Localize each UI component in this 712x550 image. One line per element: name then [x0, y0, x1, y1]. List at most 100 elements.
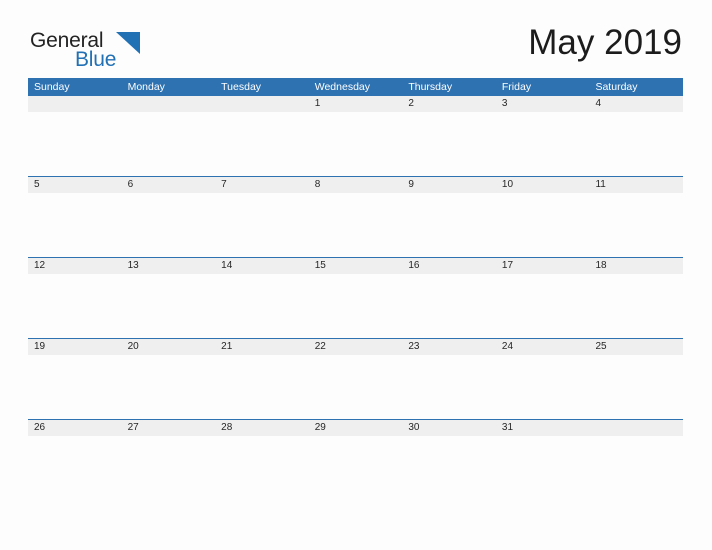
day-note-area[interactable] [309, 355, 403, 419]
week-date-band: 1 2 3 4 [28, 96, 683, 112]
day-note-area[interactable] [496, 193, 590, 257]
date-cell[interactable]: 3 [496, 96, 590, 112]
weekday-monday: Monday [127, 81, 165, 93]
weekday-sunday: Sunday [34, 81, 70, 93]
day-note-area[interactable] [309, 112, 403, 176]
date-cell[interactable] [215, 96, 309, 112]
page-header: General Blue May 2019 [0, 0, 712, 78]
week-body [28, 112, 683, 176]
week-date-band: 12 13 14 15 16 17 18 [28, 258, 683, 274]
date-cell[interactable]: 26 [28, 420, 122, 436]
week-row: 5 6 7 8 9 10 11 [28, 176, 683, 257]
day-note-area[interactable] [215, 112, 309, 176]
day-note-area[interactable] [402, 436, 496, 500]
day-note-area[interactable] [496, 112, 590, 176]
week-date-band: 26 27 28 29 30 31 [28, 420, 683, 436]
date-cell[interactable]: 19 [28, 339, 122, 355]
day-note-area[interactable] [215, 193, 309, 257]
day-note-area[interactable] [215, 436, 309, 500]
date-cell[interactable] [589, 420, 683, 436]
day-note-area[interactable] [122, 193, 216, 257]
day-note-area[interactable] [402, 193, 496, 257]
date-cell[interactable]: 11 [589, 177, 683, 193]
date-cell[interactable]: 17 [496, 258, 590, 274]
day-note-area[interactable] [402, 274, 496, 338]
day-note-area[interactable] [589, 112, 683, 176]
day-note-area[interactable] [122, 355, 216, 419]
date-cell[interactable]: 25 [589, 339, 683, 355]
general-blue-logo[interactable]: General Blue [30, 30, 160, 72]
date-cell[interactable]: 18 [589, 258, 683, 274]
week-body [28, 355, 683, 419]
day-note-area[interactable] [122, 274, 216, 338]
day-note-area[interactable] [215, 274, 309, 338]
day-note-area[interactable] [496, 355, 590, 419]
week-body [28, 274, 683, 338]
date-cell[interactable]: 2 [402, 96, 496, 112]
date-cell[interactable]: 12 [28, 258, 122, 274]
weekday-thursday: Thursday [408, 81, 453, 93]
day-note-area[interactable] [589, 274, 683, 338]
day-note-area[interactable] [589, 436, 683, 500]
day-note-area[interactable] [122, 112, 216, 176]
week-row: 19 20 21 22 23 24 25 [28, 338, 683, 419]
week-row: 12 13 14 15 16 17 18 [28, 257, 683, 338]
date-cell[interactable] [122, 96, 216, 112]
day-note-area[interactable] [28, 274, 122, 338]
date-cell[interactable]: 10 [496, 177, 590, 193]
date-cell[interactable]: 15 [309, 258, 403, 274]
day-note-area[interactable] [496, 436, 590, 500]
week-date-band: 5 6 7 8 9 10 11 [28, 177, 683, 193]
weekday-saturday: Saturday [595, 81, 638, 93]
date-cell[interactable]: 28 [215, 420, 309, 436]
weekday-wednesday: Wednesday [314, 81, 370, 93]
date-cell[interactable]: 27 [122, 420, 216, 436]
date-cell[interactable]: 7 [215, 177, 309, 193]
date-cell[interactable]: 22 [309, 339, 403, 355]
day-note-area[interactable] [122, 436, 216, 500]
week-body [28, 436, 683, 500]
date-cell[interactable]: 8 [309, 177, 403, 193]
date-cell[interactable]: 20 [122, 339, 216, 355]
date-cell[interactable]: 1 [309, 96, 403, 112]
date-cell[interactable]: 13 [122, 258, 216, 274]
day-note-area[interactable] [402, 355, 496, 419]
day-note-area[interactable] [309, 193, 403, 257]
day-note-area[interactable] [589, 193, 683, 257]
week-row: 26 27 28 29 30 31 [28, 419, 683, 500]
day-note-area[interactable] [496, 274, 590, 338]
week-date-band: 19 20 21 22 23 24 25 [28, 339, 683, 355]
date-cell[interactable]: 23 [402, 339, 496, 355]
logo-text-blue: Blue [75, 48, 117, 71]
date-cell[interactable]: 24 [496, 339, 590, 355]
logo-flag-icon [116, 32, 140, 54]
page-title: May 2019 [528, 23, 682, 62]
weekday-tuesday: Tuesday [221, 81, 262, 93]
day-note-area[interactable] [28, 193, 122, 257]
date-cell[interactable]: 31 [496, 420, 590, 436]
date-cell[interactable]: 21 [215, 339, 309, 355]
day-note-area[interactable] [309, 436, 403, 500]
date-cell[interactable]: 5 [28, 177, 122, 193]
date-cell[interactable]: 6 [122, 177, 216, 193]
date-cell[interactable]: 29 [309, 420, 403, 436]
date-cell[interactable]: 30 [402, 420, 496, 436]
weekday-friday: Friday [501, 81, 532, 93]
calendar-grid: Sunday Monday Tuesday Wednesday Thursday… [28, 78, 683, 500]
day-note-area[interactable] [215, 355, 309, 419]
day-note-area[interactable] [28, 436, 122, 500]
date-cell[interactable]: 9 [402, 177, 496, 193]
week-row: 1 2 3 4 [28, 96, 683, 176]
weekday-header-row: Sunday Monday Tuesday Wednesday Thursday… [28, 78, 683, 96]
day-note-area[interactable] [309, 274, 403, 338]
day-note-area[interactable] [589, 355, 683, 419]
day-note-area[interactable] [28, 112, 122, 176]
week-body [28, 193, 683, 257]
date-cell[interactable]: 14 [215, 258, 309, 274]
date-cell[interactable]: 16 [402, 258, 496, 274]
day-note-area[interactable] [28, 355, 122, 419]
date-cell[interactable]: 4 [589, 96, 683, 112]
day-note-area[interactable] [402, 112, 496, 176]
date-cell[interactable] [28, 96, 122, 112]
calendar-page: General Blue May 2019 Sunday Monday Tues… [0, 0, 712, 550]
